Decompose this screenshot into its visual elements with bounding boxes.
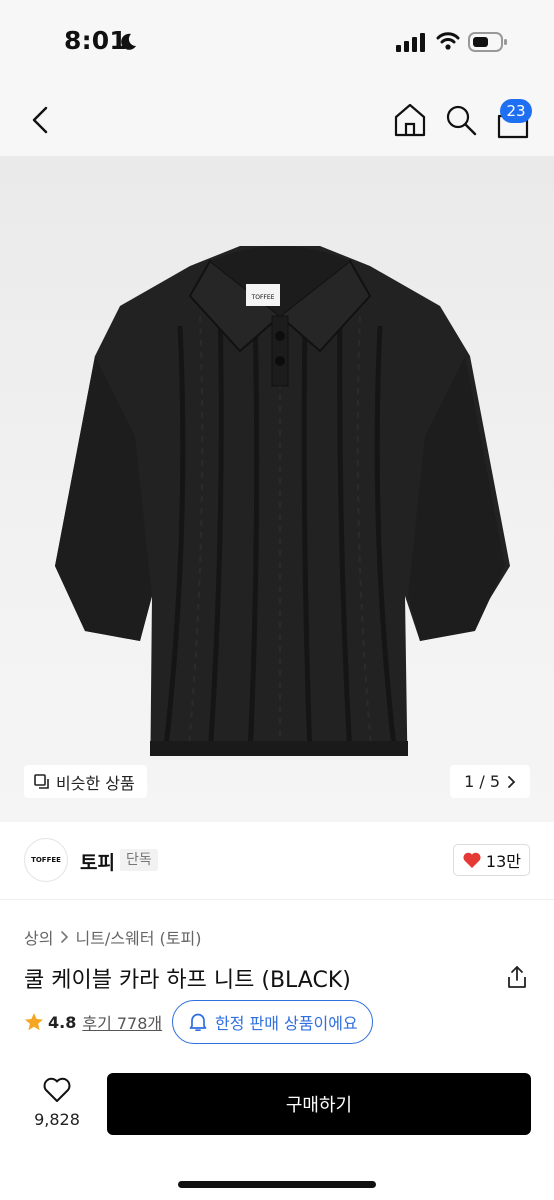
product-title: 쿨 케이블 카라 하프 니트 (BLACK) bbox=[24, 968, 351, 993]
image-page-indicator[interactable]: 1 / 5 bbox=[450, 765, 530, 798]
breadcrumb: 상의 니트/스웨터 (토피) bbox=[24, 925, 201, 949]
brand-tag-text: TOFFEE bbox=[251, 294, 275, 301]
limited-sale-text: 한정 판매 상품이에요 bbox=[215, 1014, 358, 1033]
rating-value: 4.8 bbox=[48, 1012, 77, 1032]
star-icon bbox=[25, 1013, 43, 1031]
bell-icon bbox=[189, 1013, 207, 1032]
exclusive-badge: 단독 bbox=[120, 849, 158, 871]
brand-name[interactable]: 토피 bbox=[80, 848, 115, 875]
heart-filled-icon bbox=[463, 852, 481, 868]
brand-logo[interactable]: TOFFEE bbox=[24, 838, 68, 882]
rating-row: 4.8 후기 778개 bbox=[24, 1004, 162, 1040]
buy-button[interactable]: 구매하기 bbox=[107, 1073, 531, 1135]
cart-count-badge: 23 bbox=[500, 99, 532, 123]
chevron-right-icon bbox=[508, 775, 516, 788]
breadcrumb-item[interactable]: 니트/스웨터 (토피) bbox=[75, 925, 201, 949]
similar-products-label: 비슷한 상품 bbox=[56, 773, 135, 793]
limited-sale-notice[interactable]: 한정 판매 상품이에요 bbox=[172, 1000, 373, 1044]
product-image: TOFFEE bbox=[55, 246, 510, 756]
brand-like-count: 13만 bbox=[485, 852, 521, 871]
status-bar: 8:01 bbox=[0, 0, 554, 80]
breadcrumb-item[interactable]: 상의 bbox=[24, 925, 53, 949]
page-indicator-text: 1 / 5 bbox=[464, 772, 500, 791]
wifi-icon bbox=[436, 32, 460, 50]
brand-logo-text: TOFFEE bbox=[31, 856, 61, 864]
brand-like-button[interactable]: 13만 bbox=[452, 844, 530, 876]
chevron-right-icon bbox=[61, 931, 69, 943]
battery-icon bbox=[468, 32, 507, 52]
favorite-count: 9,828 bbox=[34, 1110, 80, 1129]
top-nav: 23 bbox=[0, 80, 554, 156]
copy-icon bbox=[34, 773, 49, 789]
home-icon[interactable] bbox=[392, 102, 428, 138]
favorite-button[interactable]: 9,828 bbox=[22, 1074, 92, 1134]
search-icon[interactable] bbox=[444, 102, 478, 138]
heart-outline-icon bbox=[43, 1077, 71, 1102]
share-icon[interactable] bbox=[506, 965, 528, 989]
signal-icon bbox=[396, 33, 425, 52]
similar-products-button[interactable]: 비슷한 상품 bbox=[24, 765, 147, 798]
moon-icon bbox=[121, 33, 136, 50]
review-count-link[interactable]: 후기 778개 bbox=[82, 1010, 162, 1034]
home-indicator bbox=[178, 1181, 376, 1188]
bottom-action-bar: 9,828 구매하기 bbox=[0, 1060, 554, 1200]
product-image-gallery[interactable]: TOFFEE 비슷한 상품 1 / 5 bbox=[0, 156, 554, 822]
back-icon[interactable] bbox=[24, 100, 58, 140]
brand-row: TOFFEE 토피 단독 13만 bbox=[0, 822, 554, 900]
